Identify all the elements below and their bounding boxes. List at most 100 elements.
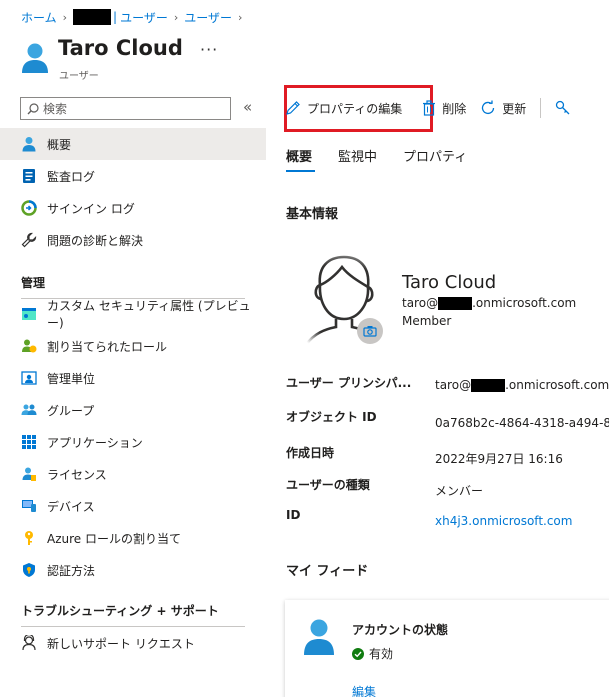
section-troubleshooting: トラブルシューティング + サポート	[21, 602, 245, 627]
chevron-right-icon: ›	[62, 10, 68, 24]
prop-value-upn: taro@ .onmicrosoft.com	[435, 378, 609, 392]
edit-properties-button[interactable]: プロパティの編集	[285, 93, 402, 123]
sidebar-item-label: Azure ロールの割り当て	[47, 531, 181, 546]
sidebar-item-new-support-request[interactable]: 新しいサポート リクエスト	[0, 627, 266, 659]
sidebar-item-signin-log[interactable]: サインイン ログ	[0, 192, 266, 224]
groups-icon	[21, 402, 37, 418]
search-key-button[interactable]	[555, 93, 577, 123]
prop-label-id: ID	[286, 508, 301, 522]
tab-overview[interactable]: 概要	[286, 146, 312, 165]
card-edit-link[interactable]: 編集	[352, 683, 376, 697]
breadcrumb-separator: |	[113, 10, 118, 24]
sidebar-item-label: アプリケーション	[47, 435, 143, 450]
trash-icon	[423, 100, 436, 116]
sidebar-item-custom-attributes[interactable]: カスタム セキュリティ属性 (プレビュー)	[0, 298, 266, 330]
account-user-icon	[302, 618, 336, 656]
sidebar-item-label: サインイン ログ	[47, 201, 135, 216]
breadcrumb-home[interactable]: ホーム	[21, 9, 57, 26]
search-input[interactable]: 検索	[20, 97, 231, 120]
sidebar-item-label: 新しいサポート リクエスト	[47, 636, 195, 651]
sidebar-item-label: 監査ログ	[47, 169, 96, 184]
audit-log-icon	[21, 168, 37, 184]
search-icon	[27, 102, 39, 114]
prop-label-upn: ユーザー プリンシパ...	[286, 376, 412, 390]
sidebar-item-label: カスタム セキュリティ属性 (プレビュー)	[47, 299, 251, 330]
sidebar-item-licenses[interactable]: ライセンス	[0, 458, 266, 490]
more-options-button[interactable]: ···	[200, 40, 218, 59]
signin-log-icon	[21, 200, 37, 216]
prop-value-object-id: 0a768b2c-4864-4318-a494-85	[435, 416, 609, 430]
profile-upn: taro@ .onmicrosoft.com	[402, 296, 576, 310]
sidebar-item-label: 問題の診断と解決	[47, 233, 144, 248]
sidebar-item-azure-roles[interactable]: Azure ロールの割り当て	[0, 522, 266, 554]
upn-suffix: .onmicrosoft.com	[505, 378, 609, 392]
toolbar-divider	[540, 98, 542, 118]
sidebar-item-applications[interactable]: アプリケーション	[0, 426, 266, 458]
sidebar-item-diagnose[interactable]: 問題の診断と解決	[0, 224, 266, 256]
chevron-right-icon: ›	[173, 10, 179, 24]
custom-attr-icon	[21, 306, 37, 322]
delete-button[interactable]: 削除	[422, 93, 466, 123]
sidebar-item-admin-units[interactable]: 管理単位	[0, 362, 266, 394]
upn-prefix: taro@	[435, 378, 472, 392]
collapse-sidebar-button[interactable]: «	[243, 98, 252, 116]
shield-icon	[21, 562, 37, 578]
sidebar-item-auth-methods[interactable]: 認証方法	[0, 554, 266, 586]
device-icon	[21, 498, 37, 514]
redacted-block	[438, 296, 473, 310]
prop-value-user-type: メンバー	[435, 484, 484, 498]
sidebar-item-overview[interactable]: 概要	[0, 128, 266, 160]
page-subtitle: ユーザー	[59, 71, 99, 82]
key-search-icon	[556, 100, 570, 115]
refresh-icon	[482, 100, 495, 115]
redacted-block	[73, 9, 112, 25]
prop-value-created: 2022年9月27日 16:16	[435, 452, 563, 466]
sidebar-item-devices[interactable]: デバイス	[0, 490, 266, 522]
sidebar-item-label: 概要	[47, 137, 72, 152]
admin-unit-icon	[21, 370, 37, 386]
apps-icon	[21, 434, 37, 450]
upn-prefix: taro@	[402, 296, 439, 310]
breadcrumb: ホーム › | ユーザー › ユーザー ›	[21, 7, 248, 27]
card-title: アカウントの状態	[352, 623, 449, 637]
page-title: Taro Cloud	[58, 36, 183, 60]
sidebar-item-label: デバイス	[47, 499, 95, 514]
check-circle-icon	[352, 647, 364, 660]
refresh-label: 更新	[502, 101, 527, 116]
my-feed-heading: マイ フィード	[286, 564, 369, 579]
camera-icon	[363, 326, 377, 337]
license-icon	[21, 466, 37, 482]
tab-properties[interactable]: プロパティ	[403, 146, 467, 165]
upn-suffix: .onmicrosoft.com	[472, 296, 577, 310]
tab-monitoring[interactable]: 監視中	[338, 146, 377, 165]
prop-value-id-link[interactable]: xh4j3.onmicrosoft.com	[435, 514, 572, 528]
sidebar-item-label: ライセンス	[47, 467, 107, 482]
roles-icon	[21, 338, 37, 354]
sidebar-item-audit-log[interactable]: 監査ログ	[0, 160, 266, 192]
change-photo-button[interactable]	[357, 318, 383, 344]
account-status: 有効	[352, 645, 393, 662]
user-icon	[21, 136, 37, 152]
breadcrumb-users[interactable]: ユーザー	[120, 9, 168, 26]
sidebar-item-label: グループ	[47, 403, 95, 418]
breadcrumb-users-2[interactable]: ユーザー	[184, 9, 232, 26]
profile-display-name: Taro Cloud	[402, 272, 497, 293]
prop-label-created: 作成日時	[286, 446, 335, 460]
profile-user-type: Member	[402, 314, 452, 328]
user-avatar-icon	[20, 42, 50, 74]
basic-info-heading: 基本情報	[286, 207, 339, 222]
sidebar-item-groups[interactable]: グループ	[0, 394, 266, 426]
sidebar-item-assigned-roles[interactable]: 割り当てられたロール	[0, 330, 266, 362]
sidebar-item-label: 認証方法	[47, 563, 96, 578]
refresh-button[interactable]: 更新	[480, 93, 526, 123]
pencil-icon	[286, 101, 300, 115]
command-bar: プロパティの編集 削除 更新	[285, 88, 577, 128]
wrench-icon	[21, 232, 37, 248]
section-manage: 管理	[21, 274, 245, 299]
active-tab-indicator	[286, 170, 315, 172]
sidebar-item-label: 割り当てられたロール	[47, 339, 168, 354]
redacted-block	[471, 378, 506, 392]
delete-label: 削除	[442, 101, 467, 116]
key-icon	[21, 530, 37, 546]
prop-label-user-type: ユーザーの種類	[286, 478, 370, 492]
